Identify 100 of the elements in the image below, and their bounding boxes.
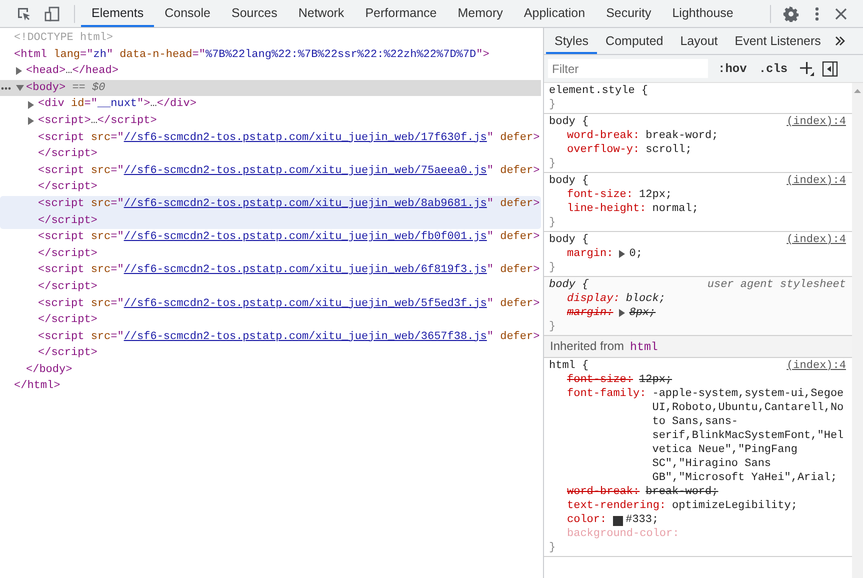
- property-name[interactable]: word-break:: [567, 485, 640, 499]
- property-name[interactable]: line-height:: [567, 202, 646, 216]
- panel-tab[interactable]: Network: [288, 0, 355, 27]
- plus-icon[interactable]: [800, 62, 814, 76]
- source-link[interactable]: (index):4: [786, 233, 846, 247]
- sidebar-tab[interactable]: Event Listeners: [726, 28, 830, 54]
- panel-tab[interactable]: Console: [154, 0, 221, 27]
- link[interactable]: //sf6-scmcdn2-tos.pstatp.com/xitu_juejin_web/fb0f001.js: [124, 231, 487, 244]
- dom-node-row[interactable]: <script src="//sf6-scmcdn2-tos.pstatp.com/xitu_juejin_web/6f819f3.js" defer>: [0, 262, 541, 279]
- property-name[interactable]: overflow-y:: [567, 143, 640, 157]
- element-link[interactable]: html: [630, 341, 658, 354]
- dom-node-row[interactable]: </html>: [0, 378, 541, 396]
- code-line: <script src="//sf6-scmcdn2-tos.pstatp.com/xitu_juejin_web/8ab9681.js" defer>: [38, 196, 540, 212]
- dom-node-row[interactable]: <body> == $0: [0, 80, 541, 96]
- link[interactable]: //sf6-scmcdn2-tos.pstatp.com/xitu_juejin_web/17f630f.js: [124, 132, 487, 144]
- property-value[interactable]: scroll;: [646, 143, 692, 157]
- source-link[interactable]: (index):4: [786, 359, 846, 373]
- expand-triangle-icon[interactable]: [619, 309, 626, 317]
- property-value[interactable]: 8px;: [629, 306, 656, 320]
- code-line: <script src="//sf6-scmcdn2-tos.pstatp.com/xitu_juejin_web/6f819f3.js" defer>: [38, 263, 540, 278]
- sidebar-tab[interactable]: Computed: [597, 28, 672, 54]
- property-value[interactable]: 12px;: [639, 373, 672, 387]
- property-name[interactable]: margin:: [567, 247, 614, 261]
- dom-node-row[interactable]: </script>: [0, 345, 541, 362]
- property-name[interactable]: display:: [567, 292, 620, 306]
- property-value[interactable]: 0;: [629, 247, 642, 261]
- dom-node-row[interactable]: </body>: [0, 362, 541, 378]
- dom-node-row[interactable]: <head>…</head>: [0, 63, 541, 80]
- sidebar-tab[interactable]: Layout: [672, 28, 726, 54]
- settings-icon[interactable]: [783, 6, 799, 22]
- code-line: </body>: [26, 362, 72, 378]
- property-name[interactable]: color:: [567, 513, 607, 527]
- link[interactable]: //sf6-scmcdn2-tos.pstatp.com/xitu_juejin_web/3657f38.js: [124, 330, 487, 343]
- property-value[interactable]: break-word;: [646, 129, 718, 143]
- dom-node-row[interactable]: <html lang="zh" data-n-head="%7B%22lang%22:%7B%22ssr%22:%22zh%22%7D%7D">: [0, 46, 541, 64]
- dom-node-row[interactable]: </script>: [0, 312, 541, 329]
- property-value[interactable]: #333;: [626, 513, 659, 527]
- property-name[interactable]: font-family:: [567, 387, 646, 401]
- collapse-triangle-icon[interactable]: [16, 85, 24, 92]
- dom-node-row[interactable]: <script>…</script>: [0, 112, 541, 130]
- dom-node-row[interactable]: </script>: [0, 179, 541, 196]
- more-options-icon[interactable]: [815, 6, 819, 20]
- property-value[interactable]: break-word;: [646, 485, 718, 499]
- dom-node-row[interactable]: <script src="//sf6-scmcdn2-tos.pstatp.com/xitu_juejin_web/3657f38.js" defer>: [0, 328, 541, 346]
- dom-node-row[interactable]: <script src="//sf6-scmcdn2-tos.pstatp.com/xitu_juejin_web/17f630f.js" defer>: [0, 130, 541, 146]
- panel-tab[interactable]: Lighthouse: [662, 0, 744, 27]
- panel-tab[interactable]: Application: [513, 0, 596, 27]
- panel-tab[interactable]: Elements: [81, 0, 154, 27]
- property-value[interactable]: block;: [626, 292, 666, 306]
- scrollbar[interactable]: [852, 83, 863, 578]
- chevron-double-right-icon[interactable]: [835, 36, 846, 46]
- code-line: <script src="//sf6-scmcdn2-tos.pstatp.com/xitu_juejin_web/fb0f001.js" defer>: [38, 230, 540, 246]
- closing-brace: }: [549, 98, 557, 112]
- css-selector: body {: [549, 115, 589, 129]
- property-name[interactable]: text-rendering:: [567, 499, 666, 513]
- source-link[interactable]: (index):4: [786, 115, 846, 129]
- filter-field[interactable]: Filter: [548, 59, 708, 78]
- property-value[interactable]: 12px;: [639, 188, 672, 202]
- property-name[interactable]: font-size:: [567, 373, 634, 387]
- panel-tab[interactable]: Sources: [220, 0, 288, 27]
- inspect-element-icon[interactable]: [16, 6, 32, 22]
- ellipsis-icon[interactable]: [1, 86, 11, 90]
- code-line: </html>: [14, 379, 60, 394]
- code-line: <script src="//sf6-scmcdn2-tos.pstatp.com/xitu_juejin_web/17f630f.js" defer>: [38, 130, 540, 146]
- dom-node-row[interactable]: <script src="//sf6-scmcdn2-tos.pstatp.com/xitu_juejin_web/5f5ed3f.js" defer>: [0, 296, 541, 312]
- color-swatch-icon[interactable]: [612, 516, 623, 526]
- property-name[interactable]: margin:: [567, 306, 614, 320]
- dom-node-row[interactable]: <script src="//sf6-scmcdn2-tos.pstatp.com/xitu_juejin_web/fb0f001.js" defer>: [0, 229, 541, 246]
- source-link[interactable]: (index):4: [786, 174, 846, 188]
- property-name[interactable]: font-size:: [567, 188, 634, 202]
- inherited-label: Inherited from: [550, 339, 624, 353]
- property-value[interactable]: optimizeLegibility;: [672, 499, 798, 513]
- toggle-button[interactable]: :hov: [716, 62, 749, 76]
- device-toolbar-icon[interactable]: [44, 6, 60, 22]
- property-value[interactable]: normal;: [652, 202, 698, 216]
- close-icon[interactable]: [835, 8, 847, 20]
- sidebar-toggle-icon[interactable]: [822, 60, 838, 76]
- css-selector: body {: [549, 233, 589, 247]
- dom-node-row[interactable]: </script>: [0, 212, 541, 230]
- panel-tab[interactable]: Memory: [447, 0, 514, 27]
- dom-node-row[interactable]: <div id="__nuxt">…</div>: [0, 96, 541, 113]
- toggle-button[interactable]: .cls: [756, 62, 790, 76]
- dom-node-row[interactable]: <script src="//sf6-scmcdn2-tos.pstatp.com/xitu_juejin_web/75aeea0.js" defer>: [0, 162, 541, 180]
- dom-node-row[interactable]: </script>: [0, 146, 541, 163]
- link[interactable]: //sf6-scmcdn2-tos.pstatp.com/xitu_juejin_web/6f819f3.js: [124, 264, 487, 276]
- closing-brace: }: [549, 216, 557, 230]
- link[interactable]: //sf6-scmcdn2-tos.pstatp.com/xitu_juejin_web/8ab9681.js: [124, 198, 487, 210]
- dom-node-row[interactable]: <script src="//sf6-scmcdn2-tos.pstatp.com/xitu_juejin_web/8ab9681.js" defer>: [0, 196, 541, 213]
- link[interactable]: //sf6-scmcdn2-tos.pstatp.com/xitu_juejin_web/5f5ed3f.js: [124, 298, 487, 310]
- code-line: </script>: [38, 246, 98, 262]
- panel-tab[interactable]: Performance: [354, 0, 448, 27]
- dom-node-row[interactable]: </script>: [0, 246, 541, 262]
- closing-brace: }: [549, 157, 557, 171]
- expand-triangle-icon[interactable]: [619, 250, 626, 258]
- link[interactable]: //sf6-scmcdn2-tos.pstatp.com/xitu_juejin_web/75aeea0.js: [124, 164, 487, 177]
- property-name[interactable]: word-break:: [567, 129, 640, 143]
- dom-node-row[interactable]: </script>: [0, 278, 541, 296]
- panel-tab[interactable]: Security: [596, 0, 662, 27]
- property-value[interactable]: -apple-system,system-ui,Segoe UI,Roboto,Ubuntu,Cantarell,Noto Sans,sans-serif,BlinkMacSystemFont,"Helvetica Neue","PingFang SC","Hiragino Sans GB","Microsoft YaHei",Arial;: [652, 387, 846, 485]
- expand-triangle-icon[interactable]: [16, 67, 22, 76]
